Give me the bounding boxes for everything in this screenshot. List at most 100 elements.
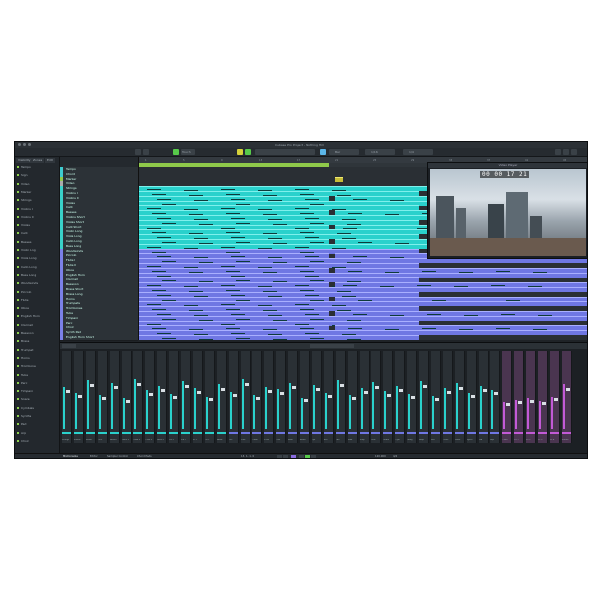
volume-fader[interactable] — [506, 403, 511, 406]
mixer-zoom-button[interactable] — [338, 344, 354, 348]
volume-fader[interactable] — [327, 395, 332, 398]
channel-strip[interactable]: Oboe — [252, 351, 263, 443]
volume-fader[interactable] — [66, 390, 70, 393]
channel-strip[interactable]: Violin S — [121, 351, 132, 443]
channel-strip[interactable]: Arp — [490, 351, 501, 443]
channel-strip[interactable]: Celes — [442, 351, 453, 443]
volume-fader[interactable] — [423, 385, 427, 388]
grid-type-select[interactable] — [329, 149, 359, 155]
tab-zones[interactable]: Zones — [31, 158, 45, 163]
volume-fader[interactable] — [375, 386, 380, 389]
channel-strip[interactable]: Violins — [73, 351, 84, 443]
volume-fader[interactable] — [553, 398, 558, 401]
volume-fader[interactable] — [208, 398, 213, 401]
settings-icon[interactable] — [571, 149, 577, 155]
record-icon[interactable] — [311, 455, 316, 458]
volume-fader[interactable] — [256, 397, 261, 400]
checkmark-icon[interactable] — [17, 273, 19, 276]
channel-strip[interactable]: Stereo — [561, 351, 572, 443]
checkmark-icon[interactable] — [17, 406, 19, 409]
volume-fader[interactable] — [411, 396, 416, 399]
visibility-item[interactable]: Horns — [17, 356, 57, 361]
channel-strip[interactable]: FX 2 — [526, 351, 537, 443]
checkmark-icon[interactable] — [17, 315, 19, 318]
visibility-item[interactable]: Choir — [17, 439, 57, 444]
visibility-item[interactable]: Cello Long — [17, 265, 57, 270]
tab-chord-pads[interactable]: Chord Pads — [137, 455, 152, 458]
visibility-item[interactable]: Violins I — [17, 207, 57, 212]
volume-fader[interactable] — [387, 394, 392, 397]
snap-select[interactable] — [403, 149, 433, 155]
visibility-item[interactable]: Tempo — [17, 165, 57, 170]
channel-strip[interactable]: Choir — [502, 351, 513, 443]
checkmark-icon[interactable] — [17, 265, 19, 268]
visibility-item[interactable]: English Horn — [17, 314, 57, 319]
volume-fader[interactable] — [220, 388, 225, 391]
channel-strip[interactable]: Cello S — [145, 351, 156, 443]
checkmark-icon[interactable] — [17, 348, 19, 351]
checkmark-icon[interactable] — [17, 423, 19, 426]
tool-buttons[interactable] — [255, 149, 315, 155]
volume-fader[interactable] — [161, 389, 166, 392]
volume-fader[interactable] — [77, 395, 82, 398]
undo-icon[interactable] — [143, 149, 149, 155]
tempo-display[interactable]: 120.000 — [375, 455, 386, 458]
channel-strip[interactable]: Timp — [359, 351, 370, 443]
volume-fader[interactable] — [304, 399, 308, 402]
object-select-tool[interactable] — [237, 149, 243, 155]
zoom-dot-icon[interactable] — [28, 143, 31, 146]
visibility-item[interactable]: Timpani — [17, 389, 57, 394]
channel-strip[interactable]: Harp — [419, 351, 429, 443]
volume-fader[interactable] — [149, 393, 154, 396]
volume-fader[interactable] — [494, 392, 499, 395]
track-lane[interactable] — [139, 335, 587, 340]
channel-strip[interactable]: Hrn — [323, 351, 334, 443]
volume-fader[interactable] — [185, 385, 189, 388]
channel-strip[interactable]: Tpt — [311, 351, 322, 443]
checkmark-icon[interactable] — [17, 398, 19, 401]
tab-edit[interactable]: Edit — [45, 158, 55, 163]
channel-strip[interactable]: FX 3 — [538, 351, 548, 443]
layout-icon[interactable] — [555, 149, 561, 155]
visibility-item[interactable]: Piccolo — [17, 290, 57, 295]
checkmark-icon[interactable] — [17, 240, 19, 243]
activate-project-button[interactable] — [135, 149, 141, 155]
channel-strip[interactable]: E.Hn — [264, 351, 275, 443]
checkmark-icon[interactable] — [17, 290, 19, 293]
visibility-item[interactable]: Oboe — [17, 306, 57, 311]
channel-strip[interactable]: Basses — [109, 351, 120, 443]
mixer-menu-button[interactable] — [62, 344, 76, 348]
visibility-item[interactable]: Tuba — [17, 373, 57, 378]
visibility-item[interactable]: Viola Long — [17, 256, 57, 261]
channel-strip[interactable]: Perc — [371, 351, 382, 443]
volume-fader[interactable] — [434, 398, 439, 401]
volume-fader[interactable] — [351, 397, 356, 400]
volume-fader[interactable] — [530, 400, 535, 403]
volume-fader[interactable] — [280, 392, 285, 395]
checkmark-icon[interactable] — [17, 249, 19, 251]
midi-part[interactable] — [139, 335, 419, 340]
visibility-item[interactable]: Perc — [17, 381, 57, 386]
channel-strip[interactable]: Glock — [454, 351, 465, 443]
channel-strip[interactable]: Tbn — [335, 351, 346, 443]
visibility-item[interactable]: Strings — [17, 198, 57, 203]
visibility-item[interactable]: Violins II — [17, 215, 57, 220]
channel-strip[interactable]: Bass S — [157, 351, 168, 443]
checkmark-icon[interactable] — [17, 307, 19, 310]
volume-fader[interactable] — [137, 383, 142, 386]
track-header[interactable]: English Horn Short — [60, 335, 138, 341]
channel-strip[interactable]: Viola S — [133, 351, 144, 443]
snap-toggle[interactable] — [320, 149, 326, 155]
visibility-item[interactable]: Woodwinds — [17, 281, 57, 286]
channel-strip[interactable]: Bssn — [288, 351, 299, 443]
checkmark-icon[interactable] — [17, 232, 19, 235]
visibility-item[interactable]: Marker — [17, 190, 57, 195]
checkmark-icon[interactable] — [17, 199, 19, 202]
volume-fader[interactable] — [482, 389, 487, 392]
cycle-button[interactable] — [291, 455, 296, 458]
checkmark-icon[interactable] — [17, 282, 19, 285]
channel-strip[interactable]: Picc — [228, 351, 239, 443]
checkmark-icon[interactable] — [17, 257, 19, 260]
visibility-item[interactable]: Trumpet — [17, 348, 57, 353]
checkmark-icon[interactable] — [17, 365, 19, 368]
